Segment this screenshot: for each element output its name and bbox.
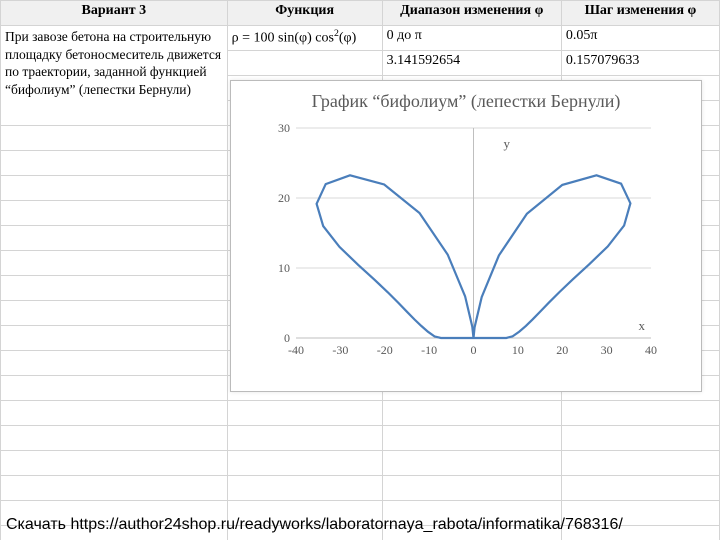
header-range: Диапазон изменения φ	[382, 1, 561, 26]
svg-text:30: 30	[278, 121, 290, 135]
chart-title: График “бифолиум” (лепестки Бернули)	[231, 81, 701, 118]
svg-text:x: x	[639, 318, 646, 333]
range-value-cell: 3.141592654	[382, 51, 561, 76]
svg-text:-30: -30	[332, 343, 348, 357]
range-text-cell: 0 до π	[382, 26, 561, 51]
svg-text:20: 20	[556, 343, 568, 357]
svg-text:40: 40	[645, 343, 657, 357]
header-variant: Вариант 3	[1, 1, 228, 26]
svg-text:20: 20	[278, 191, 290, 205]
svg-text:y: y	[504, 136, 511, 151]
svg-text:10: 10	[278, 261, 290, 275]
header-step: Шаг изменения φ	[561, 1, 719, 26]
step-text-cell: 0.05π	[561, 26, 719, 51]
chart-container: График “бифолиум” (лепестки Бернули) 0 10…	[230, 80, 702, 392]
header-func: Функция	[227, 1, 382, 26]
chart-plot: 0102030-40-30-20-10010203040xy	[251, 118, 681, 368]
svg-text:0: 0	[471, 343, 477, 357]
problem-description: При завозе бетона на строительную площад…	[1, 26, 228, 126]
svg-text:30: 30	[601, 343, 613, 357]
function-cell: ρ = 100 sin(φ) cos2(φ)	[227, 26, 382, 51]
step-value-cell: 0.157079633	[561, 51, 719, 76]
download-link-text: Скачать https://author24shop.ru/readywor…	[6, 516, 623, 534]
svg-text:-20: -20	[377, 343, 393, 357]
svg-text:-40: -40	[288, 343, 304, 357]
svg-text:-10: -10	[421, 343, 437, 357]
svg-text:10: 10	[512, 343, 524, 357]
